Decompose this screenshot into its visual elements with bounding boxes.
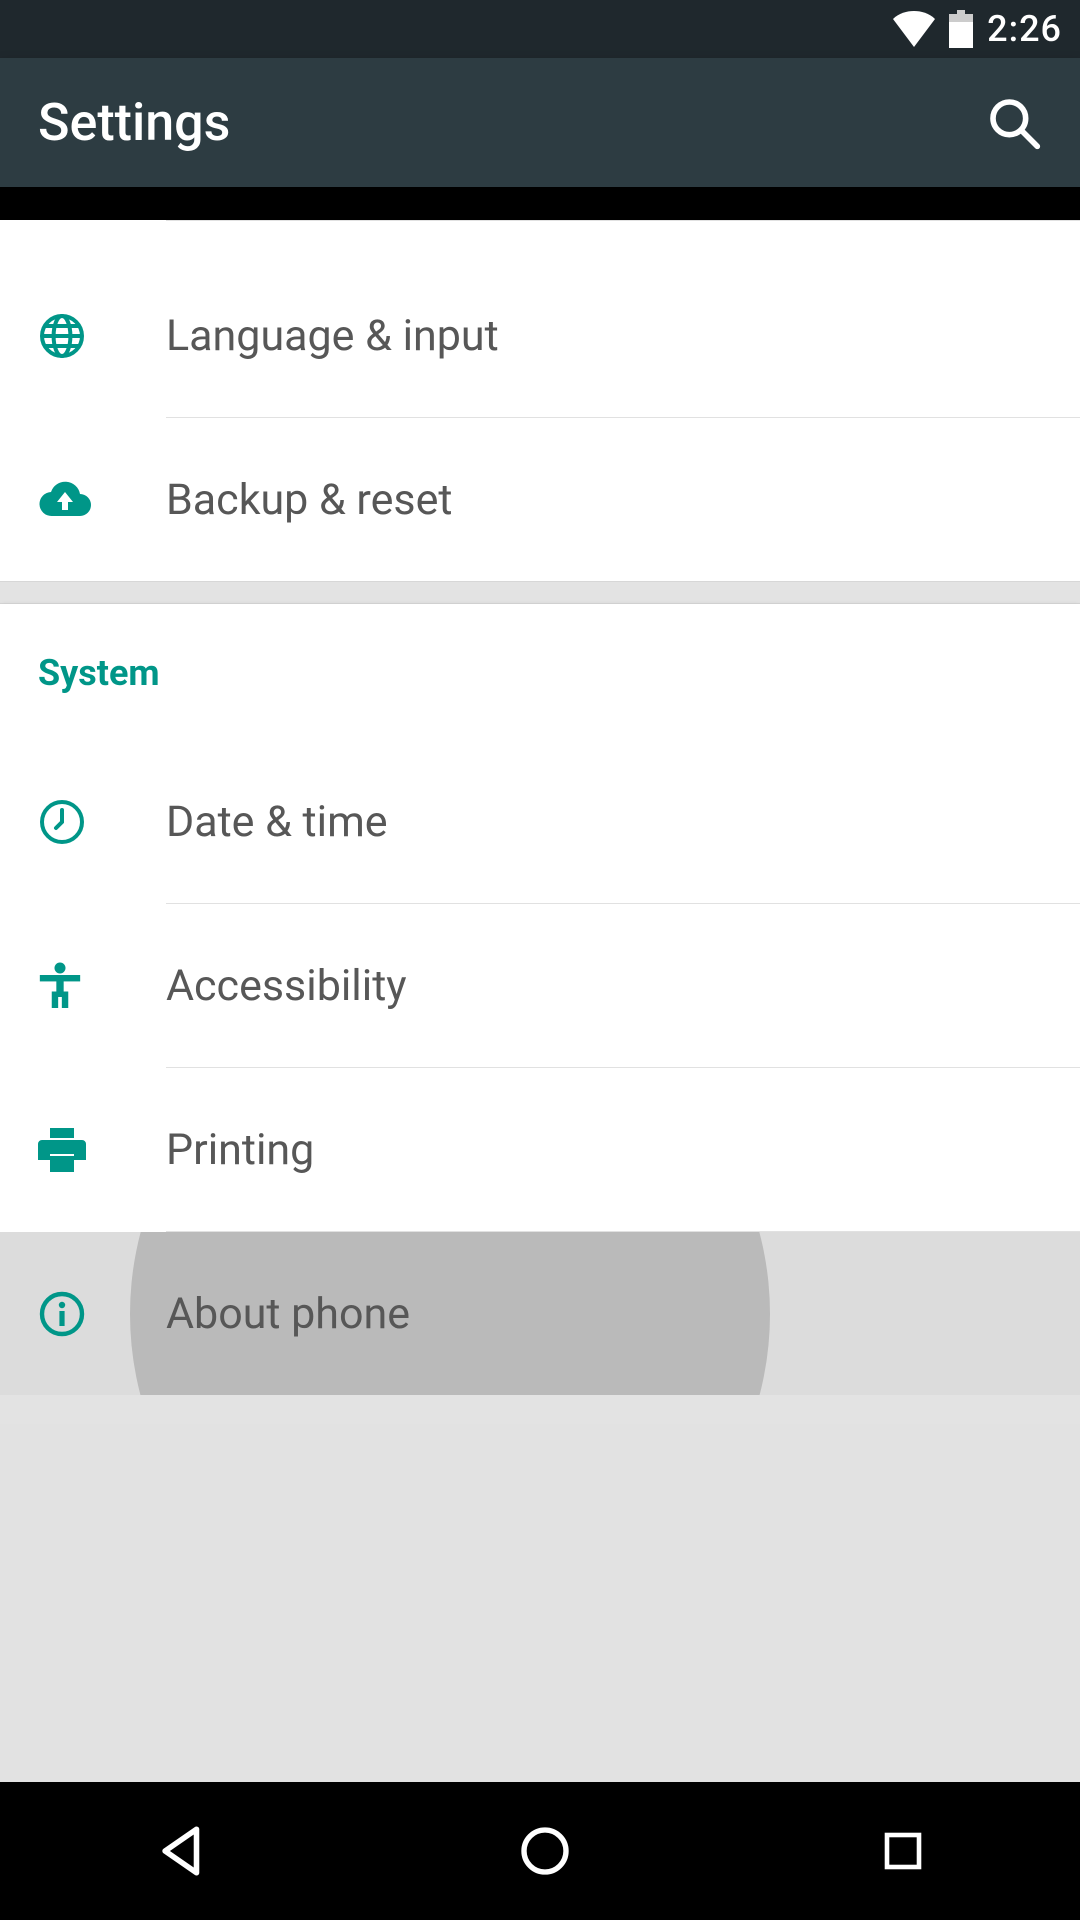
battery-icon xyxy=(949,10,973,48)
list-item-language-input[interactable]: Language & input xyxy=(0,254,1080,417)
page-title: Settings xyxy=(38,92,230,153)
settings-section-system: System Date & time Access xyxy=(0,604,1080,1395)
clock-icon xyxy=(38,798,166,846)
list-item-label: Accessibility xyxy=(166,961,1080,1011)
nav-recents-button[interactable] xyxy=(879,1827,927,1875)
navigation-bar xyxy=(0,1782,1080,1920)
list-item-about-phone[interactable]: About phone xyxy=(0,1232,1080,1395)
nav-home-button[interactable] xyxy=(517,1823,573,1879)
accessibility-icon xyxy=(38,962,166,1010)
list-item-printing[interactable]: Printing xyxy=(0,1068,1080,1231)
settings-list[interactable]: Language & input Backup & reset System xyxy=(0,220,1080,1815)
app-bar: Settings xyxy=(0,58,1080,187)
list-item-accessibility[interactable]: Accessibility xyxy=(0,904,1080,1067)
list-item-backup-reset[interactable]: Backup & reset xyxy=(0,418,1080,581)
wifi-icon xyxy=(893,11,935,47)
list-item-label: Backup & reset xyxy=(166,475,1080,525)
section-divider xyxy=(0,581,1080,604)
list-item-date-time[interactable]: Date & time xyxy=(0,740,1080,903)
list-item-label: About phone xyxy=(166,1289,1080,1339)
list-item-label: Printing xyxy=(166,1125,1080,1175)
cloud-upload-icon xyxy=(38,480,166,520)
info-icon xyxy=(38,1290,166,1338)
status-bar: 2:26 xyxy=(0,0,1080,58)
settings-section-personal: Language & input Backup & reset xyxy=(0,220,1080,581)
section-header-system: System xyxy=(0,604,1080,740)
status-clock: 2:26 xyxy=(987,8,1062,50)
globe-icon xyxy=(38,312,166,360)
list-item-label: Language & input xyxy=(166,311,1080,361)
nav-back-button[interactable] xyxy=(153,1822,211,1880)
search-button[interactable] xyxy=(986,95,1042,151)
printer-icon xyxy=(38,1128,166,1172)
list-bottom-gap xyxy=(0,1395,1080,1424)
list-item-label: Date & time xyxy=(166,797,1080,847)
